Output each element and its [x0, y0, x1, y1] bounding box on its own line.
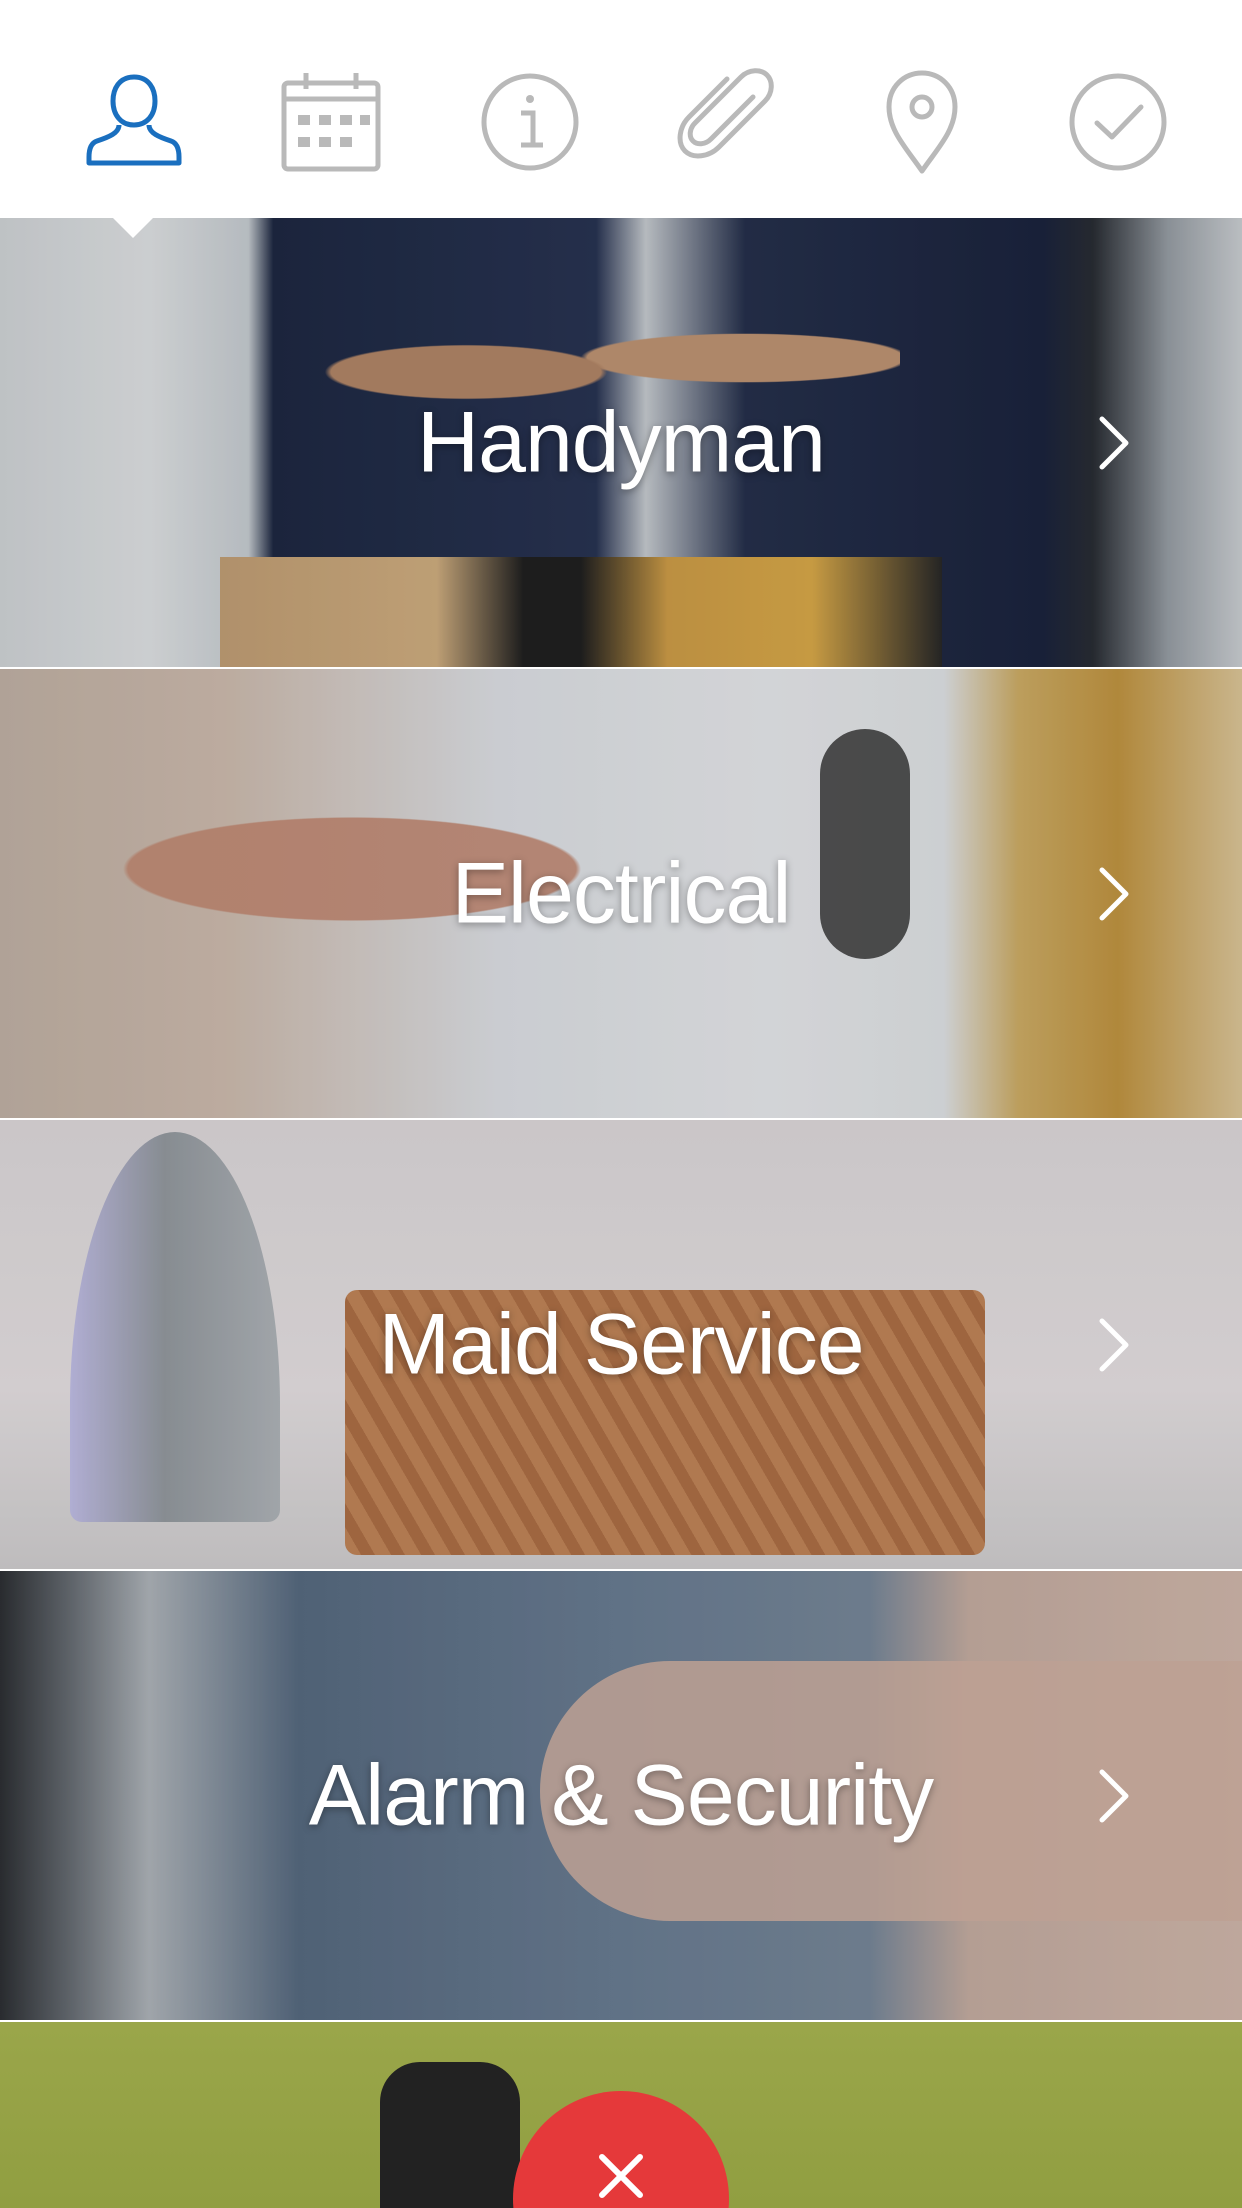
step-bar	[0, 0, 1242, 218]
service-title: Alarm & Security	[308, 1747, 934, 1843]
service-tile-maid-service[interactable]: Maid Service	[0, 1120, 1242, 1571]
checkmark-icon	[1069, 73, 1167, 171]
active-step-pointer	[113, 218, 153, 238]
chevron-right-icon	[1099, 1318, 1129, 1371]
step-location[interactable]	[862, 62, 982, 182]
step-calendar[interactable]	[271, 62, 391, 182]
service-tile-electrical[interactable]: Electrical	[0, 669, 1242, 1120]
service-tile-handyman[interactable]: Handyman	[0, 218, 1242, 669]
chevron-right-icon	[1099, 867, 1129, 920]
service-list: Handyman Electrical Maid Service Alarm &…	[0, 218, 1242, 2208]
step-confirm[interactable]	[1058, 62, 1178, 182]
step-attachment[interactable]	[666, 62, 786, 182]
step-info[interactable]	[470, 62, 590, 182]
close-icon	[599, 2154, 643, 2198]
calendar-icon	[281, 73, 381, 172]
info-icon	[481, 73, 579, 171]
service-picker-screen: Handyman Electrical Maid Service Alarm &…	[0, 0, 1242, 2208]
service-title: Electrical	[451, 845, 792, 941]
service-tile-alarm-security[interactable]: Alarm & Security	[0, 1571, 1242, 2022]
chevron-right-icon	[1099, 1769, 1129, 1822]
chevron-right-icon	[1099, 416, 1129, 469]
service-title: Handyman	[417, 394, 826, 490]
service-title: Maid Service	[378, 1296, 864, 1392]
step-person[interactable]	[74, 62, 194, 182]
person-icon	[86, 74, 182, 166]
paperclip-icon	[677, 68, 774, 159]
location-pin-icon	[886, 70, 958, 174]
